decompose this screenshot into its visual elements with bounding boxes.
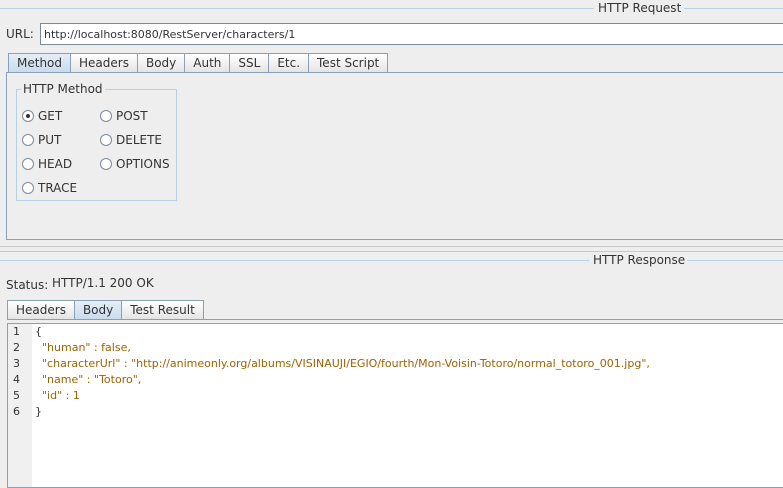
response-body-editor[interactable]: 1 2 3 4 5 6 { "human" : false, "characte…	[7, 323, 783, 488]
response-tabs: Headers Body Test Result	[7, 300, 204, 320]
radio-head[interactable]: HEAD	[22, 156, 72, 172]
request-title-line	[0, 8, 594, 9]
code-line: "id" : 1	[35, 389, 80, 402]
code-line: {	[35, 325, 42, 338]
request-panel-title: HTTP Request	[598, 1, 682, 15]
tab-response-body[interactable]: Body	[73, 300, 123, 320]
http-method-group-title: HTTP Method	[21, 82, 105, 96]
line-number: 3	[13, 357, 20, 370]
request-tabs: Method Headers Body Auth SSL Etc. Test S…	[8, 53, 389, 73]
radio-options-indicator	[100, 158, 112, 170]
response-title-line-right	[687, 260, 783, 261]
line-number: 2	[13, 341, 20, 354]
line-number: 4	[13, 373, 20, 386]
tab-ssl[interactable]: SSL	[229, 53, 270, 73]
line-number: 1	[13, 325, 20, 338]
request-title-line-right	[684, 8, 783, 9]
radio-trace-label: TRACE	[38, 181, 78, 195]
code-line: "name" : "Totoro",	[35, 373, 142, 386]
radio-delete-label: DELETE	[116, 133, 163, 147]
method-tab-content: HTTP Method GET POST PUT DELETE HEAD OPT…	[6, 72, 783, 240]
radio-put-indicator	[22, 134, 34, 146]
tab-test-result[interactable]: Test Result	[121, 300, 204, 320]
radio-trace-indicator	[22, 182, 34, 194]
tab-body[interactable]: Body	[136, 53, 186, 73]
tab-etc[interactable]: Etc.	[268, 53, 310, 73]
status-value: HTTP/1.1 200 OK	[49, 273, 783, 293]
url-input[interactable]	[40, 23, 783, 45]
tab-response-headers[interactable]: Headers	[7, 300, 75, 320]
radio-delete[interactable]: DELETE	[100, 132, 162, 148]
radio-options-label: OPTIONS	[116, 157, 170, 171]
radio-get-indicator	[22, 110, 34, 122]
split-divider[interactable]	[0, 246, 783, 252]
radio-put[interactable]: PUT	[22, 132, 61, 148]
code-line: }	[35, 405, 42, 418]
line-number: 5	[13, 389, 20, 402]
tab-auth[interactable]: Auth	[184, 53, 231, 73]
radio-post-label: POST	[116, 109, 148, 123]
radio-head-label: HEAD	[38, 157, 73, 171]
code-line: "human" : false,	[35, 341, 131, 354]
tab-test-script[interactable]: Test Script	[308, 53, 389, 73]
radio-put-label: PUT	[38, 133, 62, 147]
response-tab-border	[7, 319, 783, 320]
url-label: URL:	[6, 27, 34, 41]
radio-post-indicator	[100, 110, 112, 122]
tab-method[interactable]: Method	[8, 53, 72, 73]
code-line: "characterUrl" : "http://animeonly.org/a…	[35, 357, 650, 370]
tab-headers[interactable]: Headers	[70, 53, 138, 73]
radio-trace[interactable]: TRACE	[22, 180, 77, 196]
status-label: Status:	[6, 278, 49, 292]
radio-post[interactable]: POST	[100, 108, 148, 124]
response-body-code: { "human" : false, "characterUrl" : "htt…	[35, 324, 650, 420]
line-number-gutter: 1 2 3 4 5 6	[8, 324, 32, 487]
line-number: 6	[13, 405, 20, 418]
radio-get[interactable]: GET	[22, 108, 62, 124]
response-title-line	[0, 260, 589, 261]
radio-options[interactable]: OPTIONS	[100, 156, 170, 172]
radio-get-label: GET	[38, 109, 63, 123]
http-method-group: HTTP Method GET POST PUT DELETE HEAD OPT…	[16, 82, 177, 201]
response-panel-title: HTTP Response	[593, 253, 686, 267]
radio-delete-indicator	[100, 134, 112, 146]
radio-head-indicator	[22, 158, 34, 170]
